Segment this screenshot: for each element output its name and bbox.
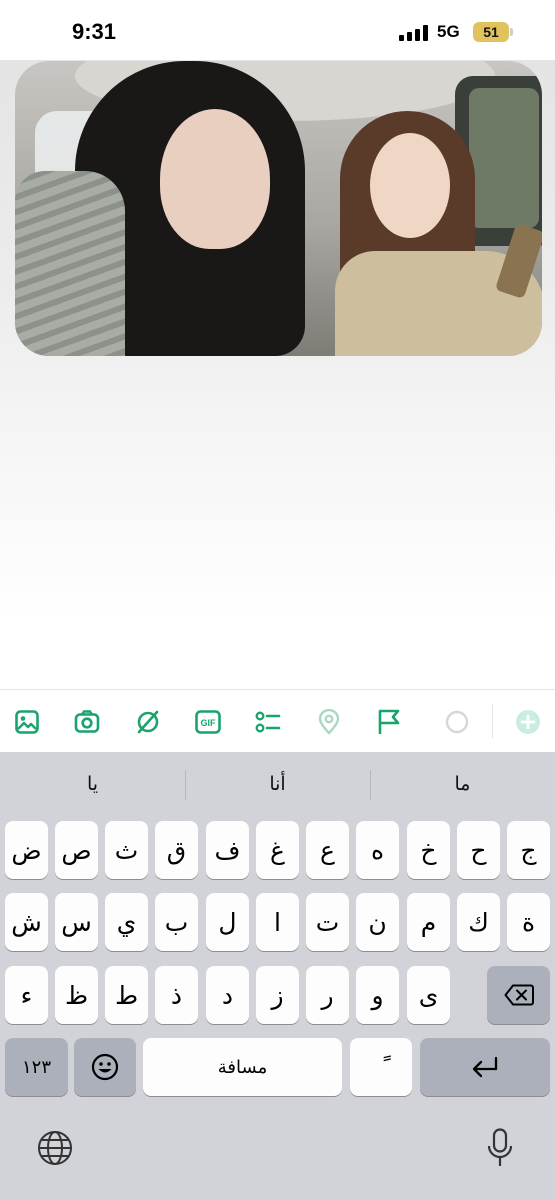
key[interactable]: و (356, 966, 399, 1024)
key[interactable]: ق (155, 821, 198, 879)
emoji-icon (91, 1053, 119, 1081)
video-attachment[interactable] (15, 61, 542, 356)
delete-key[interactable] (487, 966, 550, 1024)
suggestion-left[interactable]: يا (0, 752, 185, 816)
key[interactable]: ر (306, 966, 349, 1024)
key[interactable]: ذ (155, 966, 198, 1024)
key[interactable]: ج (507, 821, 550, 879)
flag-icon[interactable] (376, 709, 402, 735)
key[interactable]: ش (5, 893, 48, 951)
person-left (15, 61, 305, 356)
key[interactable]: د (206, 966, 249, 1024)
key[interactable]: ح (457, 821, 500, 879)
sticker-icon[interactable] (135, 709, 161, 735)
key[interactable]: خ (407, 821, 450, 879)
person-right (315, 111, 542, 356)
location-icon (316, 709, 342, 735)
delete-icon (504, 984, 534, 1006)
suggestion-middle[interactable]: أنا (185, 752, 370, 816)
compose-toolbar: GIF (0, 689, 555, 752)
return-key[interactable] (420, 1038, 550, 1096)
key[interactable]: م (407, 893, 450, 951)
key[interactable]: ك (457, 893, 500, 951)
microphone-icon[interactable] (486, 1128, 514, 1168)
suggestion-bar: يا أنا ما (0, 752, 555, 816)
key[interactable]: ز (256, 966, 299, 1024)
key[interactable]: ة (507, 893, 550, 951)
battery-level: 51 (483, 24, 499, 40)
progress-circle-icon (444, 709, 470, 735)
globe-icon[interactable] (37, 1130, 73, 1166)
key[interactable]: ف (206, 821, 249, 879)
key[interactable]: ن (356, 893, 399, 951)
key[interactable]: ت (306, 893, 349, 951)
key[interactable]: غ (256, 821, 299, 879)
key[interactable]: ع (306, 821, 349, 879)
key[interactable]: ا (256, 893, 299, 951)
key[interactable]: ء (5, 966, 48, 1024)
network-type: 5G (437, 22, 460, 41)
add-icon (515, 709, 541, 735)
space-key[interactable]: مسافة (143, 1038, 342, 1096)
key[interactable]: ض (5, 821, 48, 879)
gif-icon[interactable]: GIF (195, 709, 221, 735)
battery-icon: 51 (473, 22, 509, 42)
return-icon (472, 1056, 498, 1078)
suggestion-right[interactable]: ما (370, 752, 555, 816)
key[interactable]: ث (105, 821, 148, 879)
key[interactable]: ي (105, 893, 148, 951)
numbers-key[interactable]: ١٢٣ (5, 1038, 68, 1096)
key[interactable]: ى (407, 966, 450, 1024)
key[interactable]: ل (206, 893, 249, 951)
gif-label: GIF (201, 718, 217, 728)
poll-icon[interactable] (255, 709, 281, 735)
tanween-key[interactable]: ً (350, 1038, 412, 1096)
image-icon[interactable] (14, 709, 40, 735)
toolbar-divider (492, 704, 493, 738)
key[interactable]: ص (55, 821, 98, 879)
key[interactable]: ب (155, 893, 198, 951)
cellular-signal-icon (399, 25, 429, 41)
battery-tip (510, 28, 513, 36)
key[interactable]: ه (356, 821, 399, 879)
key[interactable]: ط (105, 966, 148, 1024)
key[interactable]: ظ (55, 966, 98, 1024)
status-bar: 9:31 5G 51 (0, 0, 555, 62)
status-time: 9:31 (72, 19, 117, 44)
key[interactable]: س (55, 893, 98, 951)
camera-icon[interactable] (74, 709, 100, 735)
emoji-key[interactable] (74, 1038, 136, 1096)
